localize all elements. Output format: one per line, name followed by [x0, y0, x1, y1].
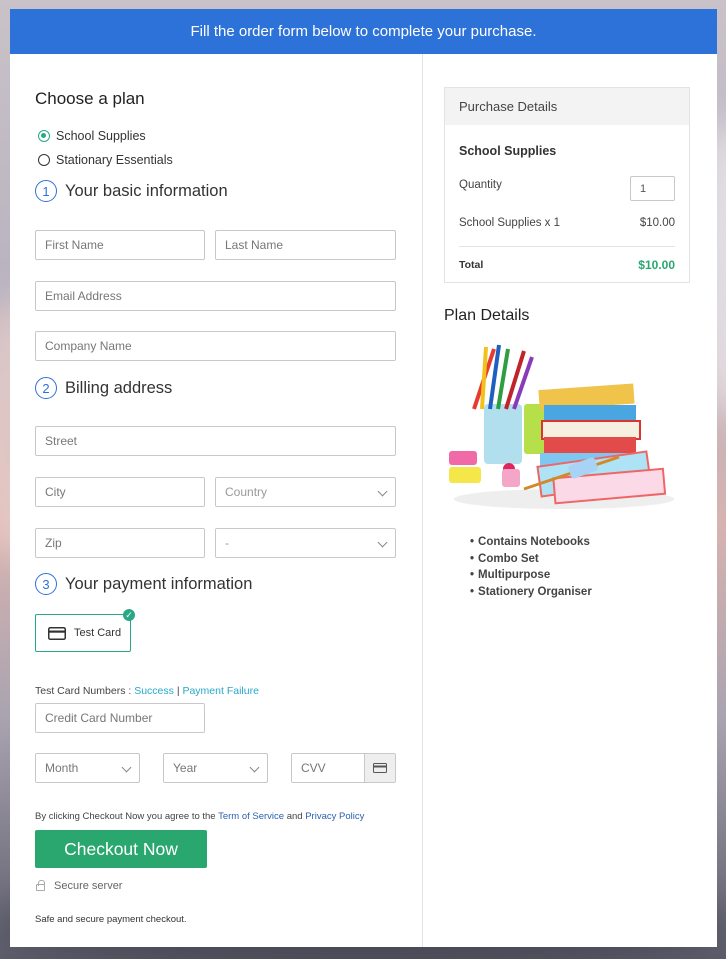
purchase-details-box: Purchase Details School Supplies Quantit… — [444, 87, 690, 283]
plan-option-stationary-essentials[interactable]: Stationary Essentials — [38, 153, 173, 167]
choose-plan-heading: Choose a plan — [35, 89, 145, 108]
billing-heading: 2 Billing address — [35, 377, 172, 399]
plan-option-label: School Supplies — [56, 129, 146, 143]
banner-text: Fill the order form below to complete yo… — [190, 23, 537, 40]
list-item: Contains Notebooks — [470, 534, 592, 551]
purchase-details-heading: Purchase Details — [445, 88, 689, 125]
secure-server-label: Secure server — [54, 880, 123, 892]
last-name-input[interactable]: Last Name — [215, 230, 396, 260]
line-item-row: School Supplies x 1 $10.00 — [459, 217, 675, 229]
total-label: Total — [459, 259, 484, 271]
credit-card-number-input[interactable]: Credit Card Number — [35, 703, 205, 733]
basic-info-heading: 1 Your basic information — [35, 180, 228, 202]
quantity-input[interactable]: 1 — [630, 176, 675, 201]
plan-features-list: Contains Notebooks Combo Set Multipurpos… — [470, 534, 592, 600]
link-separator: | — [176, 685, 180, 697]
privacy-policy-link[interactable]: Privacy Policy — [305, 811, 364, 822]
test-card-numbers-label: Test Card Numbers : — [35, 685, 132, 697]
secure-note: Safe and secure payment checkout. — [35, 914, 187, 925]
line-item-label: School Supplies x 1 — [459, 217, 561, 229]
line-item-price: $10.00 — [639, 217, 675, 229]
school-supplies-image — [444, 339, 676, 517]
summary-column: Purchase Details School Supplies Quantit… — [424, 54, 717, 947]
credit-card-icon — [48, 626, 66, 640]
payment-method-label: Test Card — [74, 627, 122, 639]
secure-server: Secure server — [36, 880, 122, 892]
list-item: Combo Set — [470, 551, 592, 568]
month-select[interactable]: Month — [35, 753, 140, 783]
payment-failure-link[interactable]: Payment Failure — [182, 685, 258, 697]
plan-details-heading: Plan Details — [444, 307, 530, 324]
check-icon: ✓ — [123, 609, 135, 621]
cvv-input[interactable]: CVV — [291, 753, 396, 783]
email-input[interactable]: Email Address — [35, 281, 396, 311]
list-item: Multipurpose — [470, 567, 592, 584]
step-number-1: 1 — [35, 180, 57, 202]
section-title: Your payment information — [65, 574, 253, 593]
terms-text: By clicking Checkout Now you agree to th… — [35, 811, 364, 822]
product-name: School Supplies — [459, 144, 675, 158]
radio-unselected-icon[interactable] — [38, 154, 50, 166]
list-item: Stationery Organiser — [470, 584, 592, 601]
test-card-numbers: Test Card Numbers : Success | Payment Fa… — [35, 685, 259, 697]
success-link[interactable]: Success — [134, 685, 174, 697]
order-form-card: Fill the order form below to complete yo… — [10, 9, 717, 947]
step-number-2: 2 — [35, 377, 57, 399]
quantity-row: Quantity 1 — [459, 176, 675, 201]
quantity-label: Quantity — [459, 178, 502, 191]
divider — [459, 246, 675, 247]
cvv-placeholder: CVV — [301, 761, 326, 775]
total-value: $10.00 — [638, 258, 675, 272]
header-banner: Fill the order form below to complete yo… — [10, 9, 717, 54]
street-input[interactable]: Street — [35, 426, 396, 456]
terms-prefix: By clicking Checkout Now you agree to th… — [35, 811, 216, 822]
section-title: Billing address — [65, 378, 173, 397]
state-select[interactable]: - — [215, 528, 396, 558]
card-icon — [364, 754, 395, 782]
product-name-text: School Supplies — [459, 144, 557, 158]
first-name-input[interactable]: First Name — [35, 230, 205, 260]
payment-method-test-card[interactable]: Test Card ✓ — [35, 609, 135, 652]
plan-option-school-supplies[interactable]: School Supplies — [38, 129, 146, 143]
form-column: Choose a plan School Supplies Stationary… — [10, 54, 423, 947]
total-row: Total $10.00 — [459, 258, 675, 272]
lock-icon — [36, 880, 45, 891]
plan-option-label: Stationary Essentials — [56, 153, 173, 167]
step-number-3: 3 — [35, 573, 57, 595]
checkout-now-button[interactable]: Checkout Now — [35, 830, 207, 868]
city-input[interactable]: City — [35, 477, 205, 507]
payment-heading: 3 Your payment information — [35, 573, 252, 595]
terms-and: and — [286, 811, 303, 822]
radio-selected-icon[interactable] — [38, 130, 50, 142]
zip-input[interactable]: Zip — [35, 528, 205, 558]
terms-of-service-link[interactable]: Term of Service — [218, 811, 284, 822]
year-select[interactable]: Year — [163, 753, 268, 783]
country-select[interactable]: Country — [215, 477, 396, 507]
company-input[interactable]: Company Name — [35, 331, 396, 361]
section-title: Your basic information — [65, 181, 228, 200]
